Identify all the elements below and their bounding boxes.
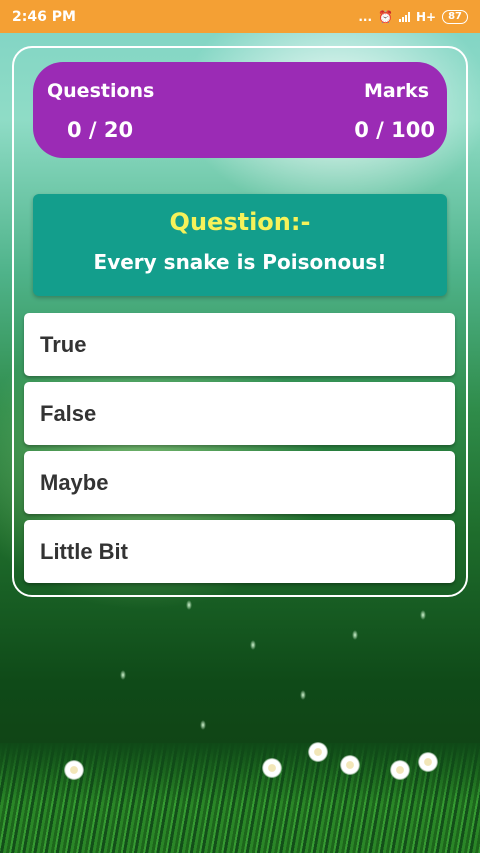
questions-label: Questions xyxy=(47,80,155,102)
signal-strength-icon xyxy=(398,11,410,22)
flower-decoration xyxy=(418,752,438,772)
sparkle-decoration xyxy=(200,720,206,730)
flower-decoration xyxy=(390,760,410,780)
marks-label: Marks xyxy=(363,80,429,102)
score-card: Questions Marks 0 / 20 0 / 100 xyxy=(33,62,447,158)
flower-decoration xyxy=(340,755,360,775)
answer-option-little-bit[interactable]: Little Bit xyxy=(24,520,455,583)
sparkle-decoration xyxy=(120,670,126,680)
questions-count: 0 / 20 xyxy=(67,118,134,142)
sparkle-decoration xyxy=(420,610,426,620)
flower-decoration xyxy=(262,758,282,778)
flower-decoration xyxy=(64,760,84,780)
alarm-off-icon: ⏰ xyxy=(378,9,393,24)
answer-option-maybe[interactable]: Maybe xyxy=(24,451,455,514)
battery-icon: 87 xyxy=(442,9,468,24)
flower-decoration xyxy=(308,742,328,762)
status-time: 2:46 PM xyxy=(12,8,76,25)
answer-option-true[interactable]: True xyxy=(24,313,455,376)
sparkle-decoration xyxy=(186,600,192,610)
answer-option-false[interactable]: False xyxy=(24,382,455,445)
sparkle-decoration xyxy=(352,630,358,640)
status-icons: ... ⏰ H+ 87 xyxy=(358,9,468,24)
sparkle-decoration xyxy=(250,640,256,650)
more-notifications-icon: ... xyxy=(358,9,373,24)
sparkle-decoration xyxy=(300,690,306,700)
question-card: Question:- Every snake is Poisonous! xyxy=(33,194,447,296)
status-bar: 2:46 PM ... ⏰ H+ 87 xyxy=(0,0,480,33)
question-title: Question:- xyxy=(169,208,311,236)
marks-count: 0 / 100 xyxy=(354,118,435,142)
question-text: Every snake is Poisonous! xyxy=(93,250,387,274)
network-type-label: H+ xyxy=(415,9,437,24)
